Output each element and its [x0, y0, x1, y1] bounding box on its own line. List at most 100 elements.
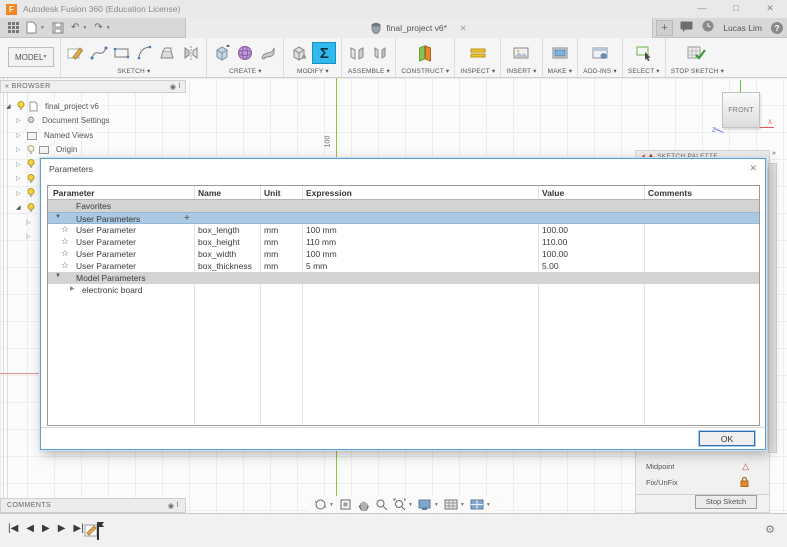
- ok-button[interactable]: OK: [699, 431, 755, 446]
- favorite-star-icon[interactable]: ☆: [61, 224, 69, 235]
- group-label-construct[interactable]: CONSTRUCT ▾: [401, 67, 449, 75]
- expand-icon[interactable]: ▷: [16, 175, 23, 182]
- select-tool-icon[interactable]: [634, 43, 654, 63]
- group-label-make[interactable]: MAKE ▾: [548, 67, 573, 75]
- group-label-stop-sketch[interactable]: STOP SKETCH ▾: [671, 67, 724, 75]
- param-name[interactable]: box_thickness: [198, 261, 252, 271]
- favorite-star-icon[interactable]: ☆: [61, 260, 69, 271]
- viewports-icon[interactable]: [470, 499, 484, 511]
- sketch-offset-icon[interactable]: [158, 43, 178, 63]
- group-label-insert[interactable]: INSERT ▾: [506, 67, 536, 75]
- make-3d-print-icon[interactable]: [550, 43, 570, 63]
- group-label-modify[interactable]: MODIFY ▾: [297, 67, 329, 75]
- visibility-bulb-icon[interactable]: [17, 101, 25, 111]
- browser-header[interactable]: « BROWSER ◉ ǀ: [0, 80, 186, 93]
- minimize-button[interactable]: —: [685, 0, 719, 18]
- arc-tool-icon[interactable]: [135, 43, 155, 63]
- parameter-row[interactable]: ☆ User Parameter box_length mm 100 mm 10…: [48, 224, 759, 236]
- change-parameters-button[interactable]: Σ: [312, 42, 337, 64]
- grid-layout-icon[interactable]: [444, 499, 458, 511]
- timeline-sketch-feature[interactable]: [84, 520, 106, 547]
- help-button[interactable]: ?: [771, 22, 783, 34]
- expand-icon[interactable]: ▷: [26, 233, 33, 240]
- param-unit[interactable]: mm: [264, 237, 278, 247]
- sweep-icon[interactable]: [258, 43, 278, 63]
- comment-bubble-icon[interactable]: [680, 19, 693, 37]
- app-grid-icon[interactable]: [8, 22, 19, 33]
- viewcube[interactable]: FRONT: [722, 92, 760, 128]
- maximize-button[interactable]: □: [719, 0, 753, 18]
- palette-option-midpoint[interactable]: Midpoint △: [636, 459, 771, 474]
- as-built-joint-icon[interactable]: [370, 43, 390, 63]
- param-expression[interactable]: 110 mm: [306, 237, 336, 247]
- palette-scrollbar[interactable]: [768, 163, 777, 453]
- look-at-icon[interactable]: [339, 498, 352, 511]
- orbit-icon[interactable]: [314, 498, 327, 511]
- panel-collapse-icon[interactable]: »: [772, 150, 776, 157]
- job-status-clock-icon[interactable]: [702, 19, 714, 37]
- visibility-bulb-icon[interactable]: [27, 188, 35, 198]
- tree-label[interactable]: Named Views: [41, 130, 97, 140]
- new-body-icon[interactable]: [212, 43, 232, 63]
- timeline-begin-icon[interactable]: |◀: [8, 523, 18, 534]
- group-label-addins[interactable]: ADD-INS ▾: [583, 67, 617, 75]
- favorite-star-icon[interactable]: ☆: [61, 236, 69, 247]
- close-button[interactable]: ✕: [753, 0, 787, 18]
- param-unit[interactable]: mm: [264, 261, 278, 271]
- user-parameters-group-row[interactable]: ▼ User Parameters +: [48, 212, 759, 224]
- zoom-icon[interactable]: [375, 498, 388, 511]
- file-menu-dropdown-icon[interactable]: ▼: [40, 25, 45, 31]
- grid-dropdown-icon[interactable]: ▼: [460, 502, 465, 508]
- expand-icon[interactable]: ▷: [16, 146, 23, 153]
- stop-sketch-icon[interactable]: [687, 43, 707, 63]
- expand-icon[interactable]: ▷: [16, 117, 23, 124]
- undo-dropdown-icon[interactable]: ▼: [82, 25, 87, 31]
- expand-icon[interactable]: ▷: [16, 190, 23, 197]
- timeline-end-icon[interactable]: ▶|: [73, 523, 83, 534]
- construction-plane-icon[interactable]: [415, 43, 435, 63]
- visibility-bulb-icon[interactable]: [27, 159, 35, 169]
- tree-label[interactable]: Document Settings: [39, 116, 113, 126]
- redo-icon[interactable]: ↷: [94, 19, 102, 37]
- joint-icon[interactable]: [347, 43, 367, 63]
- press-pull-icon[interactable]: [289, 43, 309, 63]
- display-dropdown-icon[interactable]: ▼: [434, 502, 439, 508]
- fit-dropdown-icon[interactable]: ▼: [408, 502, 413, 508]
- group-label-select[interactable]: SELECT ▾: [628, 67, 660, 75]
- param-unit[interactable]: mm: [264, 225, 278, 235]
- viewports-dropdown-icon[interactable]: ▼: [486, 502, 491, 508]
- pan-icon[interactable]: [357, 498, 370, 511]
- visibility-bulb-icon[interactable]: [27, 202, 35, 213]
- mirror-tool-icon[interactable]: [181, 43, 201, 63]
- redo-dropdown-icon[interactable]: ▼: [106, 25, 111, 31]
- expand-chevron-icon[interactable]: ▶: [70, 285, 75, 292]
- tree-label[interactable]: Origin: [53, 145, 81, 155]
- spline-icon[interactable]: [89, 43, 109, 63]
- expand-icon[interactable]: ▷: [16, 132, 23, 139]
- tab-close-icon[interactable]: ✕: [460, 24, 467, 33]
- save-icon[interactable]: [52, 22, 64, 34]
- tree-row-named-views[interactable]: ▷ Named Views: [16, 128, 160, 143]
- tree-row-origin[interactable]: ▷ Origin: [16, 143, 160, 158]
- collapse-chevron-icon[interactable]: ▼: [55, 273, 61, 279]
- favorite-star-icon[interactable]: ☆: [61, 248, 69, 259]
- dialog-close-icon[interactable]: ✕: [749, 163, 757, 174]
- stop-sketch-button[interactable]: Stop Sketch: [695, 495, 757, 509]
- param-name[interactable]: box_length: [198, 225, 240, 235]
- expand-icon[interactable]: ▷: [16, 161, 23, 168]
- document-tab[interactable]: final_project v6* ✕: [185, 18, 653, 38]
- group-label-inspect[interactable]: INSPECT ▾: [460, 67, 495, 75]
- param-unit[interactable]: mm: [264, 249, 278, 259]
- fit-icon[interactable]: [393, 498, 406, 511]
- parameter-row[interactable]: ☆ User Parameter box_width mm 100 mm 100…: [48, 248, 759, 260]
- param-expression[interactable]: 100 mm: [306, 249, 337, 259]
- file-menu-icon[interactable]: [26, 21, 37, 34]
- display-settings-icon[interactable]: [418, 499, 432, 511]
- parameter-row[interactable]: ☆ User Parameter box_thickness mm 5 mm 5…: [48, 260, 759, 272]
- user-name[interactable]: Lucas Lim: [723, 23, 762, 33]
- param-name[interactable]: box_width: [198, 249, 236, 259]
- orbit-dropdown-icon[interactable]: ▼: [329, 502, 334, 508]
- expand-icon[interactable]: ◢: [6, 103, 13, 110]
- insert-image-icon[interactable]: [511, 43, 531, 63]
- addins-icon[interactable]: [590, 43, 610, 63]
